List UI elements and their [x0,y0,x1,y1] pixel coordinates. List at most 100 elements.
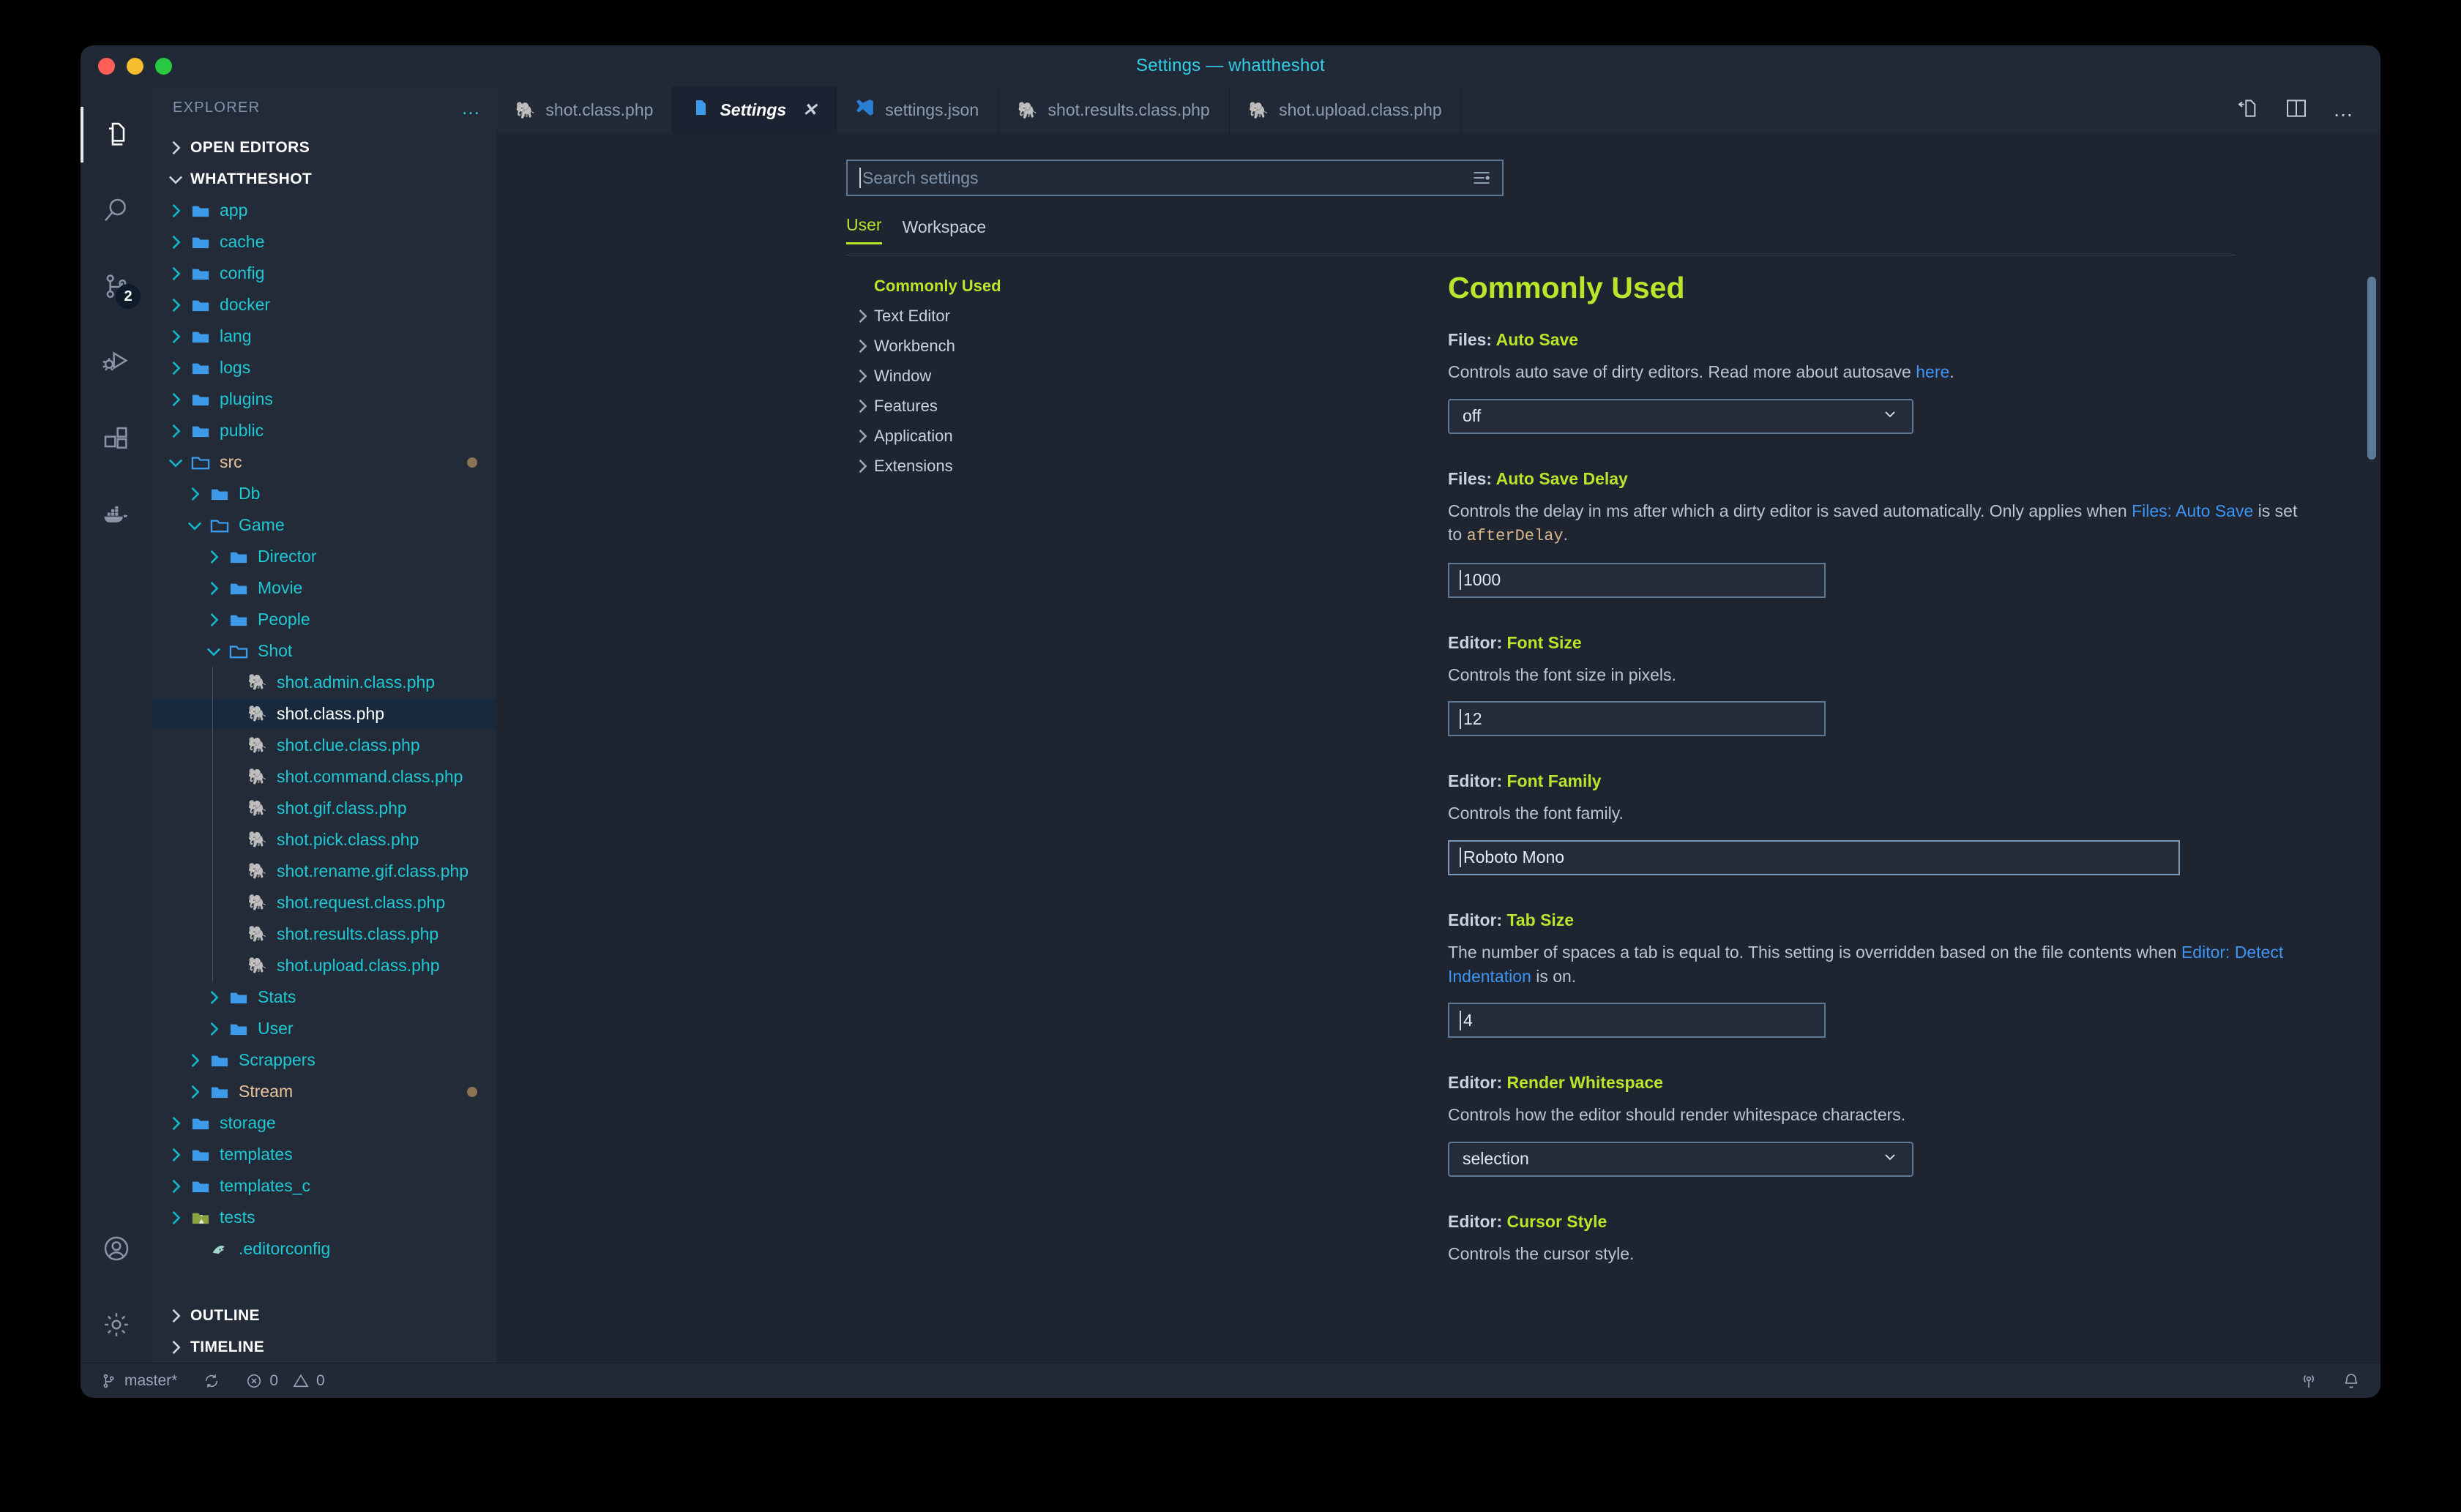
tree-folder-row[interactable]: Scrappers [152,1044,496,1076]
tree-folder-row[interactable]: config [152,258,496,289]
activity-item-explorer[interactable] [81,97,152,173]
activity-item-search[interactable] [81,173,152,249]
split-editor-icon[interactable] [2285,97,2308,124]
chevron-right-icon[interactable] [184,1082,205,1102]
tree-folder-row[interactable]: Stats [152,981,496,1013]
tree-section-whattheshot[interactable]: WHATTHESHOT [152,163,496,195]
tree-folder-row[interactable]: Director [152,541,496,572]
tree-folder-row[interactable]: Stream [152,1076,496,1107]
setting-input[interactable]: 12 [1448,701,1826,736]
activity-item-docker[interactable] [81,477,152,553]
sidebar-bottom-sections[interactable]: OUTLINETIMELINE [152,1300,496,1363]
tree-folder-row[interactable]: People [152,604,496,635]
setting-desc-link[interactable]: Files: Auto Save [2132,501,2253,520]
status-sync[interactable] [203,1373,220,1389]
tree-folder-row[interactable]: lang [152,321,496,352]
ellipsis-icon[interactable]: … [2333,105,2356,114]
setting-input[interactable]: 1000 [1448,563,1826,598]
tree-folder-row[interactable]: docker [152,289,496,321]
activity-item-accounts[interactable] [81,1210,152,1287]
settings-scope-tab-workspace[interactable]: Workspace [903,217,987,244]
activity-item-manage[interactable] [81,1287,152,1363]
tree-file-row[interactable]: 🐘shot.gif.class.php [152,793,496,824]
setting-select[interactable]: off [1448,399,1913,434]
activity-item-run-and-debug[interactable] [81,325,152,401]
toc-item-text-editor[interactable]: Text Editor [852,301,1072,331]
tree-folder-row[interactable]: Db [152,478,496,509]
explorer-more-actions-icon[interactable]: … [461,104,482,111]
activity-item-extensions[interactable] [81,401,152,477]
editor-tab-settings-json[interactable]: settings.json [837,86,998,133]
chevron-right-icon[interactable] [165,421,186,441]
tree-folder-row[interactable]: plugins [152,383,496,415]
tree-folder-row[interactable]: Game [152,509,496,541]
settings-scope-tabs[interactable]: UserWorkspace [846,215,986,244]
status-problems[interactable]: 0 0 [246,1372,324,1390]
editor-tab-shot-class-php[interactable]: 🐘shot.class.php [496,86,673,133]
tree-folder-row[interactable]: public [152,415,496,446]
tree-section-outline[interactable]: OUTLINE [152,1300,496,1331]
tree-section-timeline[interactable]: TIMELINE [152,1331,496,1363]
toc-item-window[interactable]: Window [852,361,1072,391]
chevron-right-icon[interactable] [165,295,186,315]
tree-folder-row[interactable]: templates_c [152,1170,496,1202]
broadcast-icon[interactable] [2300,1372,2318,1390]
editor-tab-settings[interactable]: Settings✕ [673,86,837,133]
status-branch[interactable]: master* [101,1372,177,1390]
chevron-right-icon[interactable] [165,1145,186,1165]
tree-folder-row[interactable]: User [152,1013,496,1044]
tree-file-row[interactable]: 🐘shot.rename.gif.class.php [152,856,496,887]
chevron-down-icon[interactable] [184,515,205,536]
chevron-right-icon[interactable] [203,610,224,630]
close-icon[interactable]: ✕ [802,100,817,121]
chevron-right-icon[interactable] [203,547,224,567]
chevron-right-icon[interactable] [165,358,186,378]
editor-tab-bar[interactable]: 🐘shot.class.phpSettings✕settings.json 🐘sh… [496,86,2380,133]
tree-file-row[interactable]: 🐘shot.pick.class.php [152,824,496,856]
toc-item-features[interactable]: Features [852,391,1072,421]
setting-input[interactable]: 4 [1448,1003,1826,1038]
tree-file-row[interactable]: 🐘shot.admin.class.php [152,667,496,698]
chevron-right-icon[interactable] [165,263,186,284]
tree-file-row[interactable]: 🐘shot.results.class.php [152,918,496,950]
editor-tab-shot-upload-class-php[interactable]: 🐘shot.upload.class.php [1230,86,1462,133]
tree-folder-row[interactable]: logs [152,352,496,383]
tree-folder-row[interactable]: Shot [152,635,496,667]
filter-icon[interactable] [1471,168,1492,188]
chevron-right-icon[interactable] [203,1019,224,1039]
chevron-right-icon[interactable] [165,1208,186,1228]
split-file-icon[interactable] [2236,97,2260,124]
tree-folder-row[interactable]: cache [152,226,496,258]
chevron-right-icon[interactable] [203,578,224,599]
tree-section-open-editors[interactable]: OPEN EDITORS [152,132,496,163]
toc-item-commonly-used[interactable]: Commonly Used [852,271,1072,301]
tree-folder-row[interactable]: storage [152,1107,496,1139]
tree-file-row[interactable]: 🐘shot.class.php [152,698,496,730]
chevron-right-icon[interactable] [165,326,186,347]
setting-desc-link[interactable]: here [1916,362,1949,381]
chevron-right-icon[interactable] [184,1050,205,1071]
bell-icon[interactable] [2342,1372,2360,1390]
setting-input[interactable]: Roboto Mono [1448,840,2180,875]
settings-scrollbar[interactable] [2367,277,2376,460]
tree-file-row[interactable]: .editorconfig [152,1233,496,1265]
tree-file-row[interactable]: 🐘shot.clue.class.php [152,730,496,761]
search-input[interactable]: Search settings [846,160,1504,196]
tree-folder-row[interactable]: Movie [152,572,496,604]
chevron-right-icon[interactable] [184,484,205,504]
chevron-right-icon[interactable] [165,1113,186,1134]
tree-folder-row[interactable]: templates [152,1139,496,1170]
chevron-right-icon[interactable] [165,201,186,221]
tree-file-row[interactable]: 🐘shot.upload.class.php [152,950,496,981]
tree-folder-row[interactable]: app [152,195,496,226]
file-tree[interactable]: OPEN EDITORSWHATTHESHOTappcacheconfigdoc… [152,129,496,1300]
toc-item-application[interactable]: Application [852,421,1072,451]
activity-item-source-control[interactable]: 2 [81,249,152,325]
setting-select[interactable]: selection [1448,1142,1913,1177]
chevron-right-icon[interactable] [165,1176,186,1197]
chevron-down-icon[interactable] [165,452,186,473]
chevron-right-icon[interactable] [165,232,186,252]
chevron-right-icon[interactable] [203,987,224,1008]
tree-folder-row[interactable]: src [152,446,496,478]
tree-folder-row[interactable]: tests [152,1202,496,1233]
